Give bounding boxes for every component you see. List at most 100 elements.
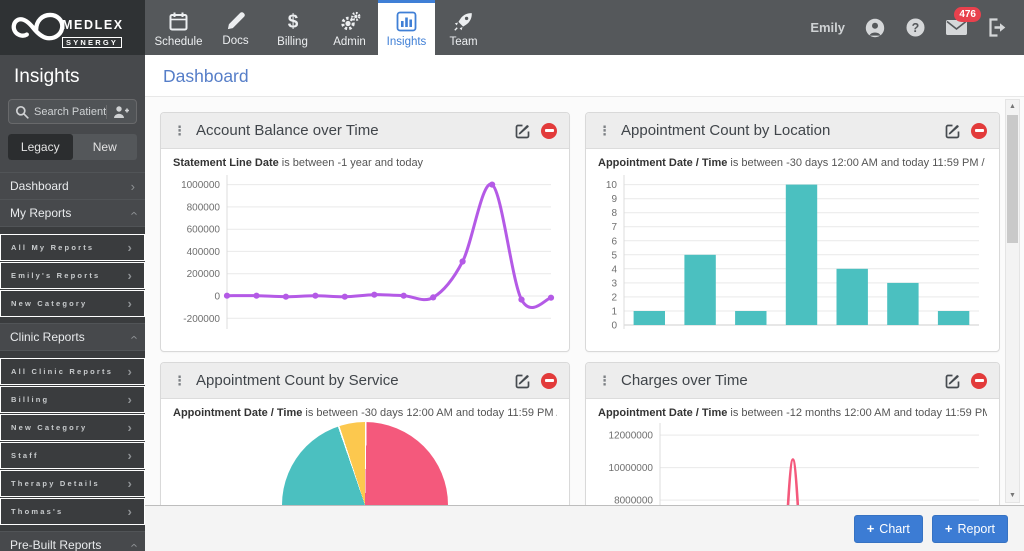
- app-window: MEDLEX SYNERGY ScheduleDocs $ Billing Admin…: [0, 0, 1024, 551]
- tab-schedule[interactable]: Schedule: [150, 0, 207, 55]
- panel-body: Appointment Date / Time is between -12 m…: [586, 399, 999, 505]
- subtitle-segment: Appointment Date / Time: [598, 157, 727, 169]
- tab-label: Billing: [277, 36, 308, 48]
- chart-appointment-count-by-location: 012345678910: [598, 171, 987, 337]
- svg-text:12000000: 12000000: [609, 431, 654, 442]
- sidebar-item-emily-s-reports[interactable]: Emily's Reports›: [0, 262, 145, 289]
- legacy-toggle-button[interactable]: Legacy: [8, 134, 73, 160]
- tab-docs[interactable]: Docs: [207, 0, 264, 55]
- svg-text:600000: 600000: [187, 225, 221, 236]
- sidebar-item-all-my-reports[interactable]: All My Reports›: [0, 234, 145, 261]
- sidebar-item-all-clinic-reports[interactable]: All Clinic Reports›: [0, 358, 145, 385]
- dashboard-grid: ⋮ Account Balance over Time Statement Line…: [160, 112, 1024, 505]
- svg-text:0: 0: [611, 321, 617, 332]
- tab-team[interactable]: Team: [435, 0, 492, 55]
- tab-billing[interactable]: $ Billing: [264, 0, 321, 55]
- panel-account-balance-over-time: ⋮ Account Balance over Time Statement Line…: [160, 112, 570, 352]
- mail-button[interactable]: 476: [945, 18, 968, 37]
- scrollbar-thumb[interactable]: [1007, 115, 1018, 243]
- drag-handle-icon[interactable]: ⋮: [598, 123, 611, 139]
- page-header: Dashboard: [145, 55, 1024, 97]
- sidebar-item-dashboard[interactable]: Dashboard›: [0, 172, 145, 199]
- edit-chart-button[interactable]: [945, 373, 961, 389]
- panel-appointment-count-by-service: ⋮Appointment Count by ServiceAppointment…: [160, 362, 570, 505]
- svg-text:10000000: 10000000: [609, 463, 654, 474]
- panel-title: Account Balance over Time: [196, 122, 379, 139]
- user-avatar-button[interactable]: [864, 17, 886, 39]
- edit-chart-button[interactable]: [515, 123, 531, 139]
- chevron-up-icon: ›: [126, 211, 139, 215]
- sidebar-item-staff[interactable]: Staff›: [0, 442, 145, 469]
- user-name: Emily: [810, 20, 845, 35]
- sidebar-item-new-category[interactable]: New Category›: [0, 414, 145, 441]
- app-logo[interactable]: MEDLEX SYNERGY: [0, 0, 145, 55]
- sidebar-item-my-reports[interactable]: My Reports›: [0, 199, 145, 226]
- subtitle-segment: Appointment Date / Time: [598, 407, 727, 419]
- edit-chart-button[interactable]: [515, 373, 531, 389]
- sidebar-item-thomas-s[interactable]: Thomas's›: [0, 498, 145, 525]
- tab-label: Admin: [333, 36, 366, 48]
- subtitle-segment: is between -30 days 12:00 AM and today 1…: [302, 407, 557, 419]
- pie-chart: [282, 422, 448, 505]
- tab-admin[interactable]: Admin: [321, 0, 378, 55]
- svg-text:8: 8: [611, 208, 617, 219]
- legacy-new-toggle: Legacy New: [8, 134, 137, 160]
- remove-chart-button[interactable]: [971, 373, 987, 389]
- svg-text:7: 7: [611, 222, 617, 233]
- panel-charges-over-time: ⋮Charges over TimeAppointment Date / Tim…: [585, 362, 1000, 505]
- help-button[interactable]: ?: [905, 17, 926, 38]
- chevron-right-icon: ›: [127, 421, 134, 434]
- drag-handle-icon[interactable]: ⋮: [173, 373, 186, 389]
- svg-text:1000000: 1000000: [181, 180, 220, 191]
- svg-text:-200000: -200000: [183, 314, 220, 325]
- add-chart-button[interactable]: +Chart: [854, 515, 923, 543]
- chevron-right-icon: ›: [127, 505, 134, 518]
- sidebar-item-billing[interactable]: Billing›: [0, 386, 145, 413]
- plus-icon: +: [945, 522, 953, 535]
- sidebar-item-pre-built-reports[interactable]: Pre-Built Reports›: [0, 531, 145, 551]
- drag-handle-icon[interactable]: ⋮: [173, 123, 186, 139]
- add-report-button[interactable]: +Report: [932, 515, 1008, 543]
- sidebar-item-clinic-reports[interactable]: Clinic Reports›: [0, 323, 145, 350]
- search-icon: [15, 105, 29, 119]
- mail-count-badge: 476: [954, 7, 981, 22]
- chevron-right-icon: ›: [127, 449, 134, 462]
- sidebar-item-therapy-details[interactable]: Therapy Details›: [0, 470, 145, 497]
- drag-handle-icon[interactable]: ⋮: [598, 373, 611, 389]
- chart-filter-text: Appointment Date / Time is between -30 d…: [173, 399, 557, 419]
- patient-search-input[interactable]: Search Patients...: [8, 99, 137, 124]
- svg-text:$: $: [287, 11, 298, 32]
- sidebar-item-label: Dashboard: [10, 179, 131, 193]
- subtitle-segment: is between -30 days 12:00 AM and today 1…: [727, 157, 987, 169]
- panel-header: ⋮Charges over Time: [586, 363, 999, 399]
- edit-chart-button[interactable]: [945, 123, 961, 139]
- sign-out-button[interactable]: [987, 17, 1008, 38]
- logo-text: MEDLEX SYNERGY: [62, 19, 124, 51]
- subtitle-segment: is between -1 year and today: [279, 157, 423, 169]
- scroll-up-arrow[interactable]: ▲: [1006, 103, 1019, 110]
- user-plus-icon: [113, 105, 130, 119]
- chart-filter-text: Appointment Date / Time is between -30 d…: [598, 149, 987, 169]
- panel-header: ⋮Appointment Count by Location: [586, 113, 999, 149]
- svg-text:5: 5: [611, 250, 617, 261]
- sidebar-item-new-category[interactable]: New Category›: [0, 290, 145, 317]
- svg-text:200000: 200000: [187, 269, 221, 280]
- content-area: ⋮ Account Balance over Time Statement Line…: [145, 97, 1024, 505]
- new-toggle-button[interactable]: New: [73, 134, 138, 160]
- remove-chart-button[interactable]: [541, 123, 557, 139]
- svg-text:6: 6: [611, 236, 617, 247]
- sidebar-item-label: Pre-Built Reports: [10, 538, 131, 551]
- remove-chart-button[interactable]: [971, 123, 987, 139]
- chevron-right-icon: ›: [131, 180, 135, 193]
- main-nav-tabs: ScheduleDocs $ Billing Admin InsightsTeam: [150, 0, 492, 55]
- chevron-right-icon: ›: [127, 477, 134, 490]
- sidebar-item-label: New Category: [11, 423, 127, 432]
- add-patient-button[interactable]: [106, 105, 130, 119]
- chevron-up-icon: ›: [126, 335, 139, 339]
- scroll-down-arrow[interactable]: ▼: [1006, 492, 1019, 499]
- subtitle-segment: Appointment Date / Time: [173, 407, 302, 419]
- panel-body: Statement Line Date is between -1 year a…: [161, 149, 569, 337]
- vertical-scrollbar[interactable]: ▲ ▼: [1005, 99, 1020, 503]
- tab-insights[interactable]: Insights: [378, 0, 435, 55]
- remove-chart-button[interactable]: [541, 373, 557, 389]
